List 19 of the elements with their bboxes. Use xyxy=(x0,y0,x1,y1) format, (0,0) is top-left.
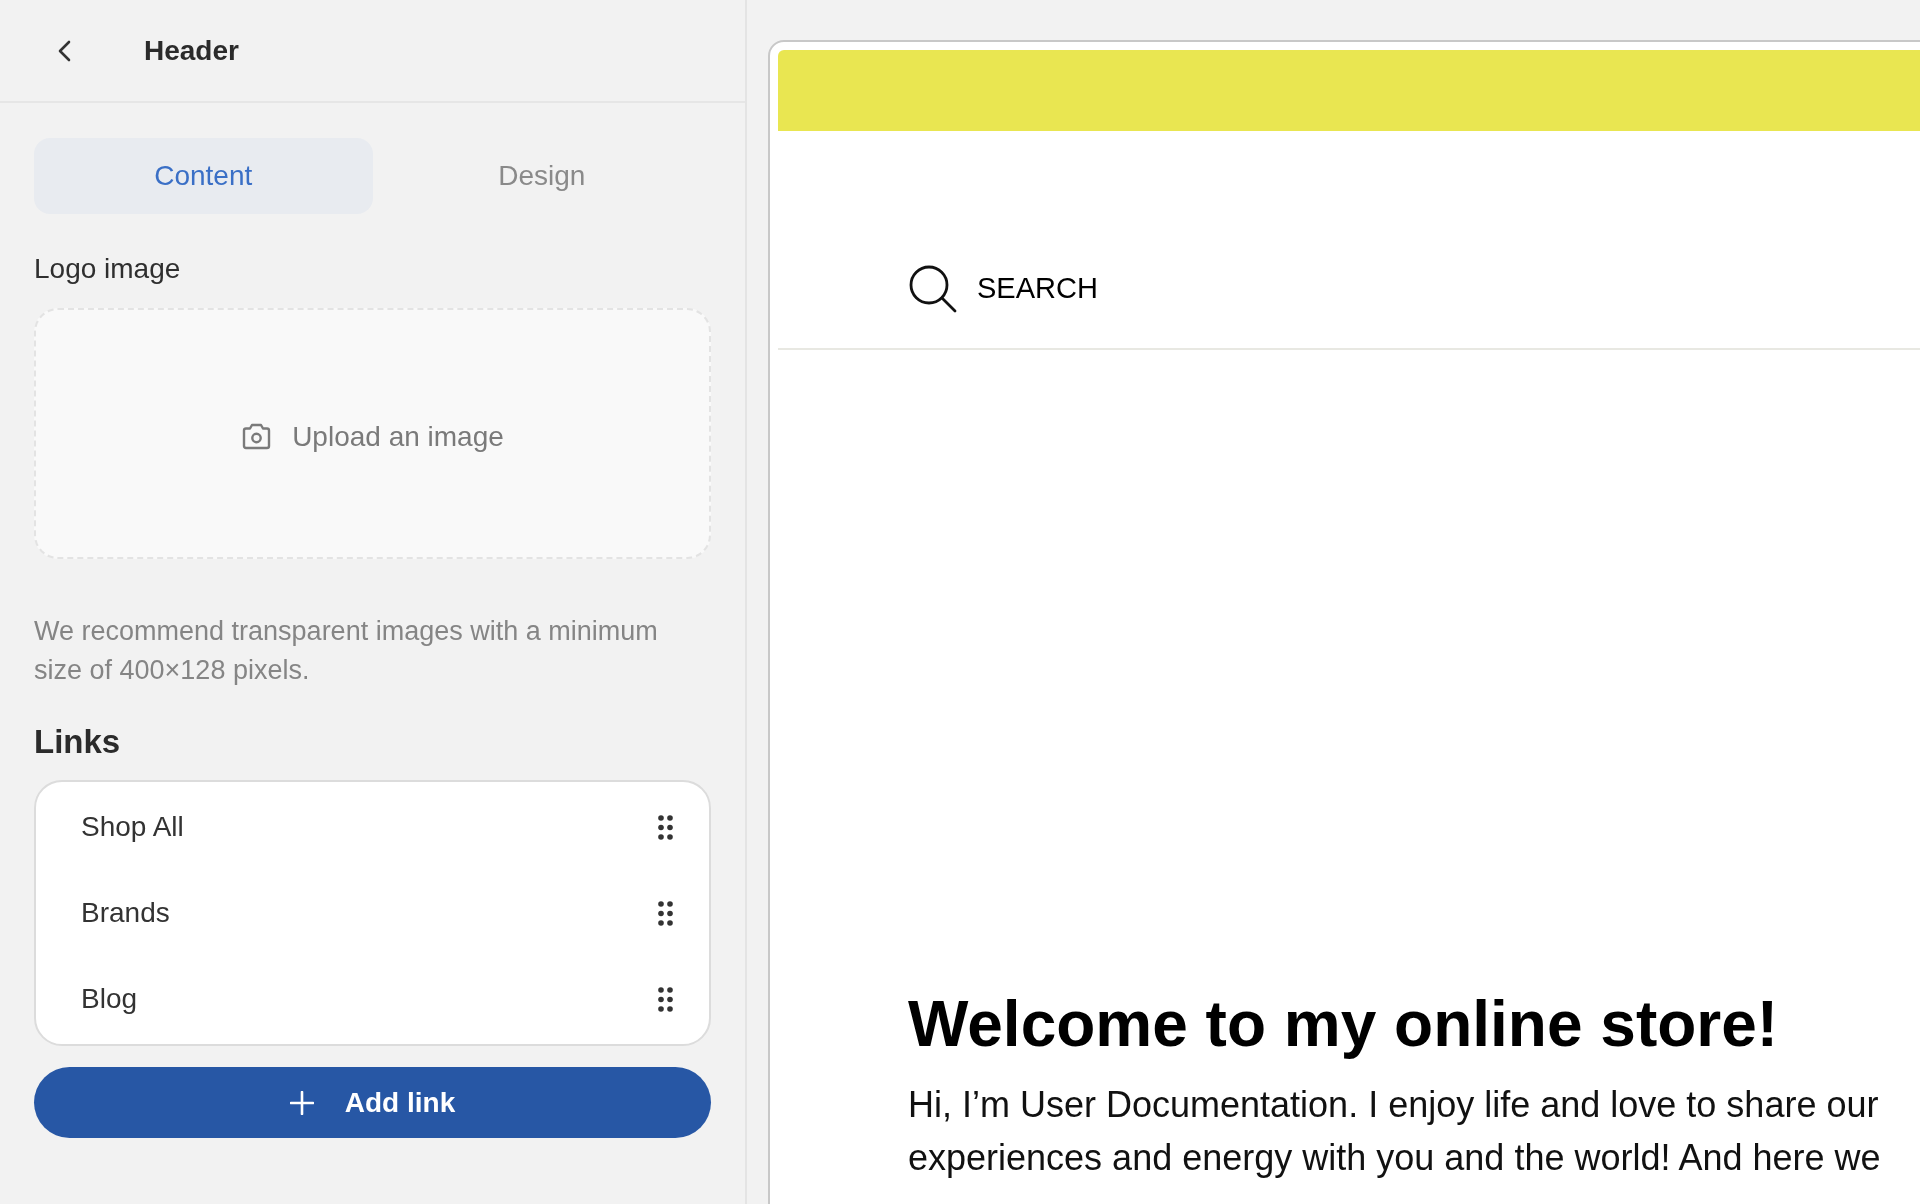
grip-dots-icon xyxy=(658,814,673,840)
add-link-button[interactable]: Add link xyxy=(34,1067,711,1138)
chevron-left-icon[interactable] xyxy=(57,39,71,62)
panel-title: Header xyxy=(144,33,239,68)
link-item[interactable]: Brands xyxy=(36,870,709,956)
intro-paragraph: Hi, I’m User Documentation. I enjoy life and love to share our experiences and energy with you and the world! And here we xyxy=(908,1083,1881,1180)
search-link[interactable]: SEARCH xyxy=(908,264,1098,314)
plus-icon xyxy=(289,1090,314,1115)
hint-text: We recommend transparent images with a minimum size of 400×128 pixels. xyxy=(34,615,659,687)
camera-icon xyxy=(241,423,273,450)
upload-dropzone[interactable]: Upload an image xyxy=(34,308,711,559)
link-item[interactable]: Shop All xyxy=(36,784,709,870)
section-heading: Links xyxy=(34,722,122,762)
section-label: Logo image xyxy=(34,252,182,286)
link-item[interactable]: Blog xyxy=(36,956,709,1042)
grip-dots-icon xyxy=(658,986,673,1012)
grip-dots-icon xyxy=(658,900,673,926)
hero-heading: Welcome to my online store! xyxy=(908,987,1779,1062)
tab[interactable]: Content xyxy=(34,138,373,214)
